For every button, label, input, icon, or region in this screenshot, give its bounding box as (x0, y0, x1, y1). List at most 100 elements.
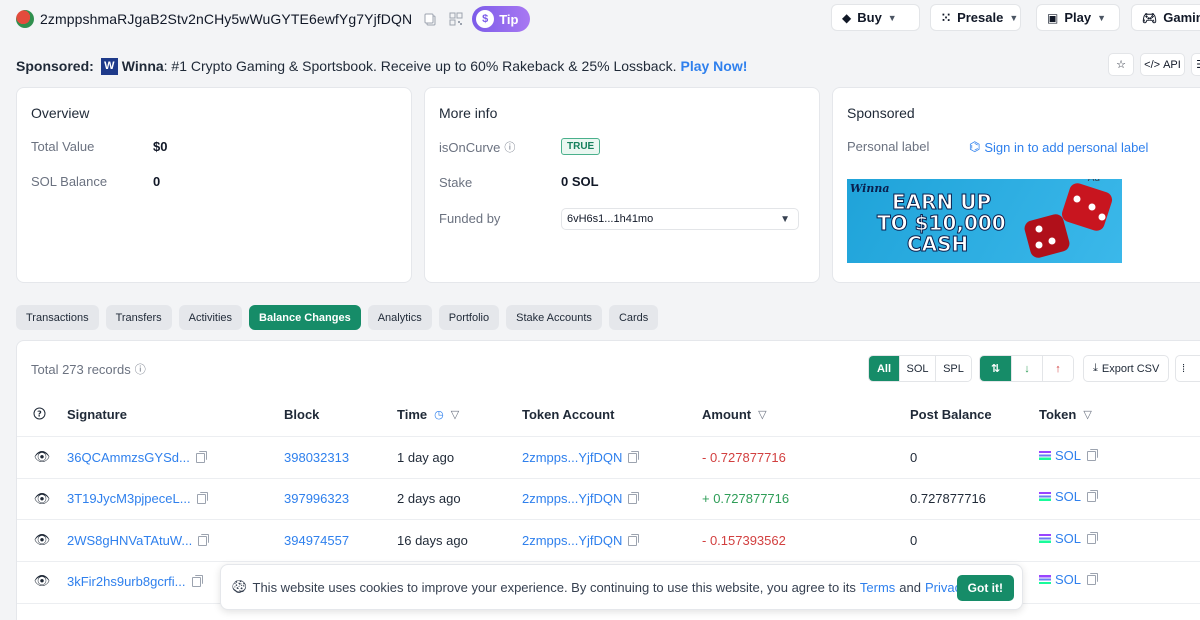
copy-icon[interactable] (198, 533, 210, 546)
block-link[interactable]: 394974557 (284, 533, 349, 548)
tab-analytics[interactable]: Analytics (367, 305, 432, 330)
copy-icon[interactable] (628, 450, 640, 463)
play-now-link[interactable]: Play Now! (680, 58, 747, 74)
more-info-card: More info isOnCurve ⓘ TRUE Stake 0 SOL F… (424, 87, 820, 283)
filter-icon[interactable]: ▽ (1083, 408, 1091, 421)
qr-code-icon[interactable] (448, 11, 464, 27)
tab-portfolio[interactable]: Portfolio (438, 305, 500, 330)
tab-balance-changes[interactable]: Balance Changes (249, 305, 361, 330)
col-token-label: Token (1039, 407, 1077, 422)
cookie-accept-button[interactable]: Got it! (956, 575, 1014, 601)
sol-balance-label: SOL Balance (31, 174, 108, 189)
tab-transfers[interactable]: Transfers (105, 305, 172, 330)
copy-icon[interactable] (1087, 489, 1099, 502)
winna-ad-banner[interactable]: Winna EARN UP TO $10,000 CASH Ad (847, 179, 1122, 263)
download-icon: ⤓ (1093, 362, 1098, 374)
copy-icon[interactable] (1087, 531, 1099, 544)
solana-icon (1039, 451, 1051, 460)
nav-presale-button[interactable]: ⁙ Presale ▼ (930, 4, 1021, 31)
token-account-link[interactable]: 2zmpps...YjfDQN (522, 533, 640, 548)
copy-icon[interactable] (195, 450, 207, 463)
api-button[interactable]: </> API (1140, 53, 1185, 76)
nav-play-button[interactable]: ▣ Play ▼ (1036, 4, 1120, 31)
help-icon[interactable]: ? (33, 407, 46, 420)
export-csv-button[interactable]: ⤓ Export CSV (1083, 355, 1170, 382)
copy-icon[interactable] (196, 491, 208, 504)
col-time-label: Time (397, 407, 428, 422)
col-token: Token ▽ (1039, 407, 1092, 422)
info-icon[interactable]: ⓘ (135, 361, 146, 377)
overview-card: Overview Total Value $0 SOL Balance 0 (16, 87, 412, 283)
amount-value: - 0.727877716 (702, 450, 786, 465)
copy-icon[interactable] (191, 574, 203, 587)
sponsored-banner: Sponsored: W Winna : #1 Crypto Gaming & … (16, 56, 747, 76)
dice-icon (1024, 183, 1113, 258)
filter-icon[interactable]: ▽ (451, 408, 459, 421)
copy-icon[interactable] (422, 11, 438, 27)
amount-value: - 0.157393562 (702, 533, 786, 548)
menu-button[interactable]: ☰ (1191, 53, 1200, 76)
ad-line3: CASH (907, 232, 968, 256)
funded-by-select[interactable]: 6vH6s1...1h41mo ▼ (561, 208, 799, 230)
solana-icon (1039, 575, 1051, 584)
terms-link[interactable]: Terms (860, 580, 895, 595)
nav-gaming-label: Gaming (1163, 10, 1200, 25)
nav-buy-button[interactable]: ◆ Buy ▼ (831, 4, 920, 31)
block-link[interactable]: 398032313 (284, 450, 349, 465)
ad-tag: Ad (1088, 179, 1100, 184)
signature-link[interactable]: 3T19JycM3pjpeceL... (67, 491, 208, 506)
token-link[interactable]: SOL (1039, 531, 1099, 546)
eye-icon[interactable]: 👁︎ (32, 447, 52, 467)
row-divider (17, 561, 1200, 562)
token-link[interactable]: SOL (1039, 448, 1099, 463)
filter-outgoing[interactable]: ↑ (1042, 356, 1073, 381)
tab-cards[interactable]: Cards (608, 305, 659, 330)
token-account-link[interactable]: 2zmpps...YjfDQN (522, 450, 640, 465)
chevron-down-icon: ▼ (1009, 12, 1019, 23)
filter-icon[interactable]: ▽ (758, 408, 766, 421)
eye-icon[interactable]: 👁︎ (32, 571, 52, 591)
block-link[interactable]: 397996323 (284, 491, 349, 506)
tab-transactions[interactable]: Transactions (16, 305, 99, 330)
chevron-down-icon: ▼ (780, 213, 790, 225)
col-signature: Signature (67, 407, 127, 422)
tab-stake-accounts[interactable]: Stake Accounts (506, 305, 602, 330)
clock-icon[interactable]: ◷ (434, 408, 444, 421)
column-settings-button[interactable]: ⁞ (1175, 355, 1200, 382)
sign-in-label-text: Sign in to add personal label (984, 139, 1149, 155)
sign-in-label-link[interactable]: ⌬ Sign in to add personal label (969, 139, 1148, 155)
solana-icon (1039, 534, 1051, 543)
filter-incoming[interactable]: ↓ (1011, 356, 1042, 381)
tag-icon: ◆ (842, 10, 852, 25)
address-avatar (16, 10, 34, 28)
favorite-star-button[interactable]: ☆ (1108, 53, 1134, 76)
filter-both-directions[interactable]: ⇅ (980, 356, 1011, 381)
filter-sol[interactable]: SOL (899, 356, 935, 381)
token-link[interactable]: SOL (1039, 572, 1099, 587)
eye-icon[interactable]: 👁︎ (32, 489, 52, 509)
tip-button[interactable]: $ Tip (472, 6, 531, 32)
solana-icon (1039, 492, 1051, 501)
info-icon[interactable]: ⓘ (504, 139, 515, 155)
token-account-text: 2zmpps...YjfDQN (522, 491, 623, 506)
signature-link[interactable]: 3kFir2hs9urb8gcrfi... (67, 574, 203, 589)
amount-value: + 0.727877716 (702, 491, 790, 506)
token-account-link[interactable]: 2zmpps...YjfDQN (522, 491, 640, 506)
code-icon: </> (1144, 58, 1161, 71)
tab-activities[interactable]: Activities (178, 305, 243, 330)
signature-link[interactable]: 36QCAmmzsGYSd... (67, 450, 207, 465)
eye-icon[interactable]: 👁︎ (32, 530, 52, 550)
token-link[interactable]: SOL (1039, 489, 1099, 504)
funded-by-label: Funded by (439, 211, 501, 226)
copy-icon[interactable] (628, 533, 640, 546)
signature-link[interactable]: 2WS8gHNVaTAtuW... (67, 533, 210, 548)
copy-icon[interactable] (1087, 572, 1099, 585)
post-balance-value: 0 (910, 450, 918, 465)
filter-spl[interactable]: SPL (935, 356, 971, 381)
copy-icon[interactable] (628, 491, 640, 504)
filter-all[interactable]: All (869, 356, 899, 381)
sponsor-brand: Winna (121, 58, 164, 74)
nav-gaming-button[interactable]: 🎮︎ Gaming (1131, 4, 1200, 31)
is-on-curve-text: isOnCurve (439, 139, 501, 155)
copy-icon[interactable] (1087, 448, 1099, 461)
